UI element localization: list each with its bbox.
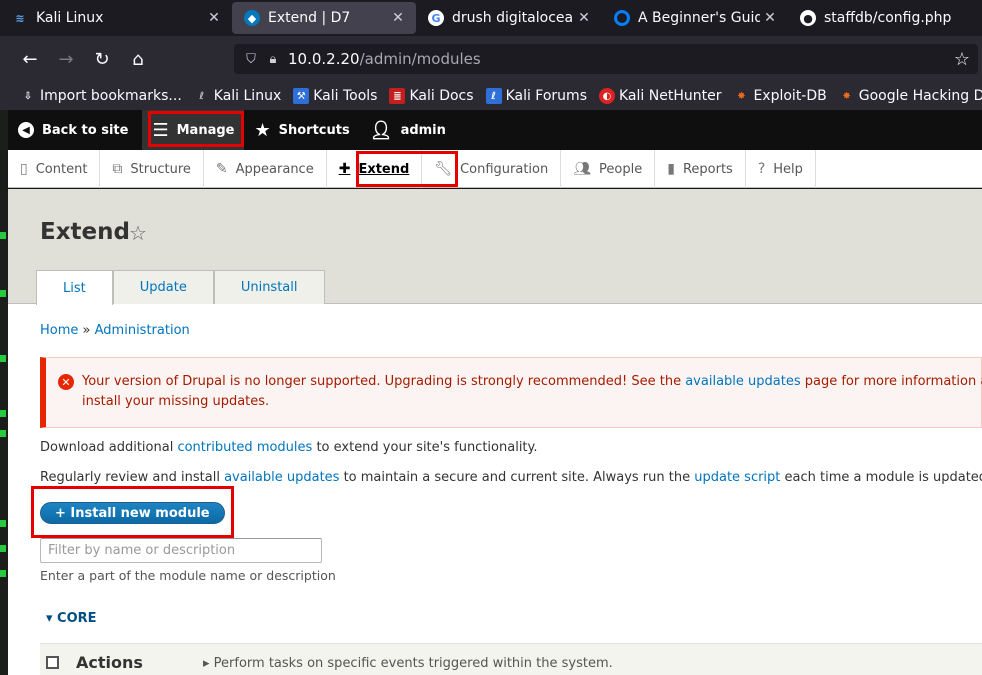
home-icon[interactable]: ⌂ <box>120 43 156 75</box>
available-updates-link-2[interactable]: available updates <box>224 470 339 485</box>
bookmark-kali-docs[interactable]: ≣ Kali Docs <box>389 88 474 104</box>
tab-update[interactable]: Update <box>112 270 214 304</box>
module-description-toggle[interactable]: ▸ Perform tasks on specific events trigg… <box>203 656 613 671</box>
navigation-bar: ← → ↻ ⌂ ⛉ 🔒︎ 10.0.2.20/admin/modules ☆ <box>0 36 982 82</box>
kali-forums-icon: ℓ <box>485 88 502 104</box>
core-fieldset-toggle[interactable]: ▾ CORE <box>46 611 97 626</box>
admin-toolbar: ◀ Back to site ☰ Manage ★ Shortcuts 👤︎ a… <box>8 110 982 150</box>
manage-menu[interactable]: ☰ Manage <box>142 110 245 150</box>
browser-tab-guide[interactable]: A Beginner's Guide ✕ <box>602 0 788 36</box>
update-script-link[interactable]: update script <box>694 470 780 485</box>
appearance-icon: ✎ <box>215 161 228 177</box>
bookmark-exploit-db[interactable]: ✸ Exploit-DB <box>733 88 827 104</box>
bookmark-google-hacking-db[interactable]: ✸ Google Hacking DB <box>839 88 982 104</box>
page-header: Extend ☆ List Update Uninstall <box>8 189 982 305</box>
breadcrumb-home[interactable]: Home <box>40 323 78 338</box>
bookmark-kali-tools[interactable]: ⚒ Kali Tools <box>293 88 377 104</box>
back-to-site-link[interactable]: ◀ Back to site <box>8 110 138 150</box>
tray-item-structure[interactable]: ⧉ Structure <box>100 150 204 188</box>
reload-icon[interactable]: ↻ <box>84 43 120 75</box>
close-icon[interactable]: ✕ <box>204 10 224 26</box>
shortcut-star-icon[interactable]: ☆ <box>129 221 147 245</box>
kali-icon: ℓ <box>199 90 205 102</box>
extend-icon: ✚ <box>338 161 351 177</box>
exploit-db-icon: ✸ <box>737 90 746 102</box>
tray-item-appearance[interactable]: ✎ Appearance <box>204 150 327 188</box>
module-row: Actions ▸ Perform tasks on specific even… <box>40 643 982 675</box>
back-arrow-icon[interactable]: ← <box>12 43 48 75</box>
browser-tab-kali[interactable]: ≋ Kali Linux ✕ <box>0 0 232 36</box>
google-icon: G <box>428 10 444 26</box>
url-bar[interactable]: ⛉ 🔒︎ 10.0.2.20/admin/modules ☆ <box>234 44 978 74</box>
url-path: /admin/modules <box>359 50 481 68</box>
tray-item-configuration[interactable]: 🔧︎ Configuration <box>422 150 562 188</box>
shield-icon[interactable]: ⛉ <box>240 52 262 67</box>
nethunter-icon: ◐ <box>599 88 615 104</box>
url-host: 10.0.2.20 <box>288 50 360 68</box>
kali-icon: ≋ <box>15 11 25 25</box>
page-tabs: List Update Uninstall <box>36 270 325 305</box>
install-new-module-button[interactable]: + Install new module <box>40 502 225 524</box>
lock-icon[interactable]: 🔒︎ <box>262 52 284 67</box>
close-icon[interactable]: ✕ <box>388 10 408 26</box>
shortcuts-menu[interactable]: ★ Shortcuts <box>244 110 359 150</box>
user-icon: 👤︎ <box>369 119 393 141</box>
bookmark-kali-forums[interactable]: ℓ Kali Forums <box>485 88 587 104</box>
github-icon: ● <box>800 10 816 26</box>
bookmark-kali-linux[interactable]: ℓ Kali Linux <box>194 88 281 104</box>
close-icon[interactable]: ✕ <box>760 10 780 26</box>
tray-item-people[interactable]: 👥︎ People <box>561 150 656 188</box>
tray-item-content[interactable]: ▯ Content <box>8 150 101 188</box>
drupal-icon: ◆ <box>244 10 260 26</box>
browser-tab-drush[interactable]: G drush digitalocean ✕ <box>416 0 602 36</box>
screen: { "browser": { "tabs": [ {"label": "Kali… <box>0 0 982 675</box>
digitalocean-icon <box>614 10 630 26</box>
browser-tab-strip: ≋ Kali Linux ✕ ◆ Extend | D7 ✕ G drush d… <box>0 0 982 36</box>
forward-arrow-icon[interactable]: → <box>48 43 84 75</box>
breadcrumb: Home » Administration <box>40 323 190 338</box>
bookmarks-toolbar: ⇩ Import bookmarks... ℓ Kali Linux ⚒ Kal… <box>0 82 982 110</box>
bookmark-star-icon[interactable]: ☆ <box>954 49 970 70</box>
people-icon: 👥︎ <box>573 161 592 177</box>
kali-docs-icon: ≣ <box>389 88 406 104</box>
structure-icon: ⧉ <box>112 161 123 177</box>
page-content: Extend ☆ List Update Uninstall Home » Ad… <box>8 189 982 675</box>
help-icon: ? <box>757 161 766 177</box>
bookmark-kali-nethunter[interactable]: ◐ Kali NetHunter <box>599 88 721 104</box>
error-icon: ✕ <box>58 374 74 390</box>
browser-tab-extend[interactable]: ◆ Extend | D7 ✕ <box>232 2 416 34</box>
tab-list[interactable]: List <box>36 270 113 305</box>
tray-item-reports[interactable]: ▮ Reports <box>655 150 746 188</box>
filter-description: Enter a part of the module name or descr… <box>40 568 336 583</box>
browser-tab-github[interactable]: ● staffdb/config.php <box>788 0 982 36</box>
arrow-left-circle-icon: ◀ <box>18 122 34 138</box>
module-filter-input[interactable]: Filter by name or description <box>40 538 322 563</box>
user-menu[interactable]: 👤︎ admin <box>360 110 456 150</box>
content-icon: ▯ <box>20 161 28 177</box>
import-icon: ⇩ <box>23 90 33 102</box>
kali-tools-icon: ⚒ <box>293 88 310 104</box>
error-message: ✕ Your version of Drupal is no longer su… <box>40 357 982 428</box>
background-terminal <box>0 110 8 675</box>
ghdb-icon: ✸ <box>842 90 851 102</box>
reports-icon: ▮ <box>667 161 675 177</box>
page-title: Extend <box>40 219 130 245</box>
tab-uninstall[interactable]: Uninstall <box>213 270 325 304</box>
available-updates-link[interactable]: available updates <box>685 374 800 389</box>
module-checkbox[interactable] <box>46 656 59 669</box>
tray-item-extend[interactable]: ✚ Extend <box>327 150 423 188</box>
bookmark-import[interactable]: ⇩ Import bookmarks... <box>20 88 182 104</box>
download-text: Download additional contributed modules … <box>40 440 538 455</box>
review-text: Regularly review and install available u… <box>40 470 982 485</box>
star-icon: ★ <box>254 119 271 141</box>
breadcrumb-administration[interactable]: Administration <box>95 323 190 338</box>
tray-item-help[interactable]: ? Help <box>746 150 816 188</box>
module-name: Actions <box>76 653 143 672</box>
configuration-icon: 🔧︎ <box>434 161 453 177</box>
hamburger-icon: ☰ <box>152 119 169 141</box>
contributed-modules-link[interactable]: contributed modules <box>177 440 312 455</box>
admin-menu-tray: ▯ Content ⧉ Structure ✎ Appearance ✚ Extend … <box>8 150 982 188</box>
close-icon[interactable]: ✕ <box>574 10 594 26</box>
error-message-text: Your version of Drupal is no longer supp… <box>82 374 982 409</box>
